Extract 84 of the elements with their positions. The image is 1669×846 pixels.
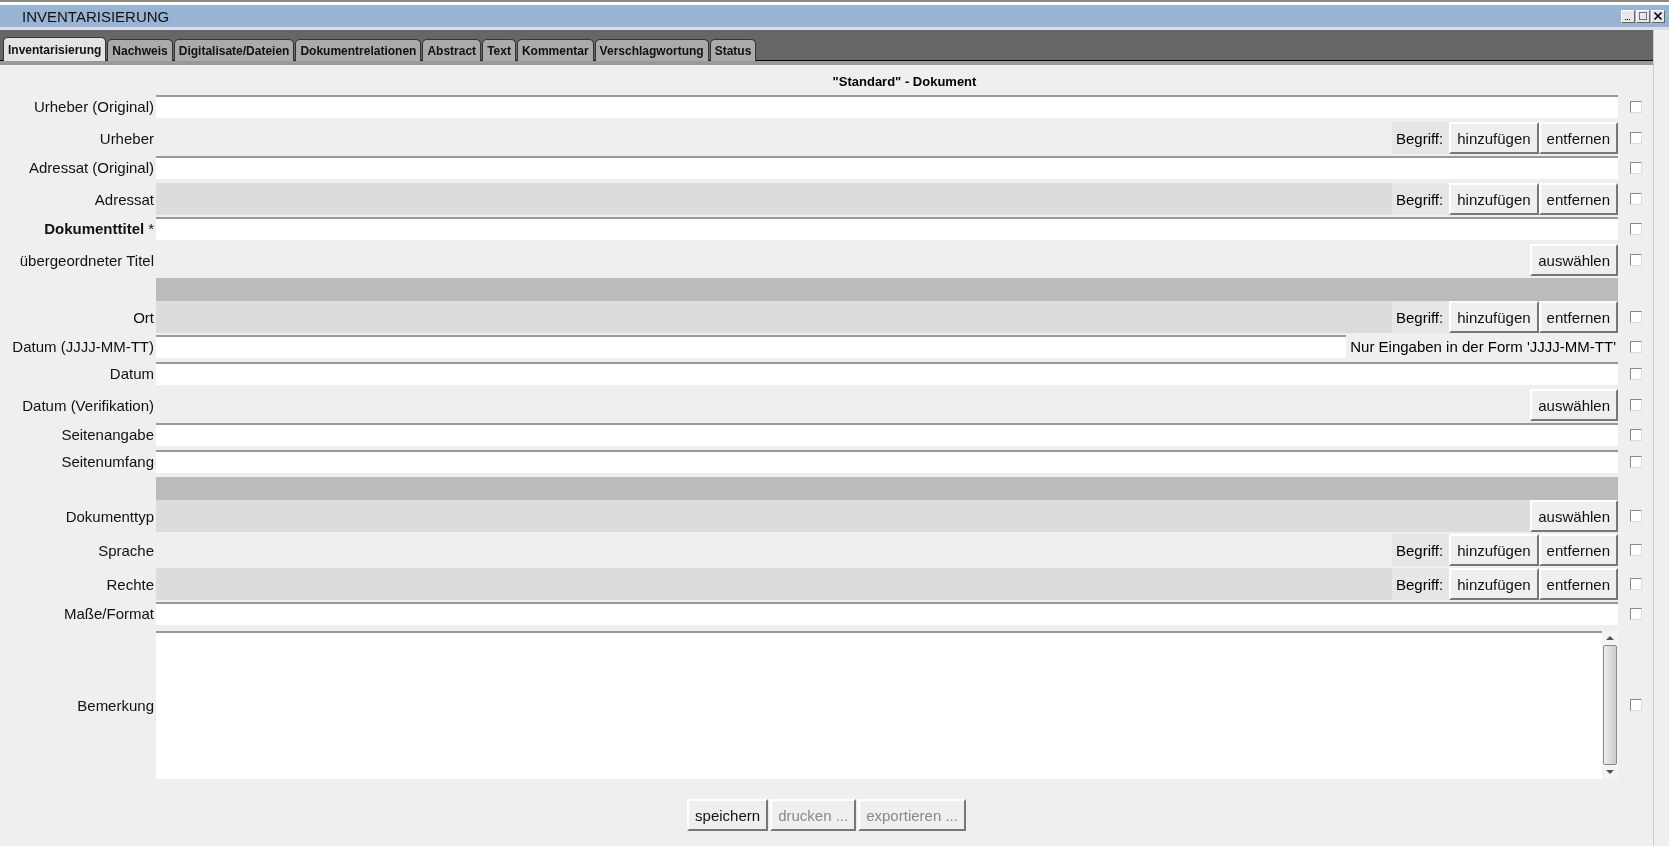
- checkbox[interactable]: [1629, 607, 1642, 620]
- field-label: Datum: [109, 365, 154, 382]
- field-label: Dokumenttitel: [44, 220, 145, 237]
- term-label: Begriff:: [1391, 183, 1450, 215]
- minimize-icon: [1625, 18, 1631, 20]
- remove-button[interactable]: entfernen: [1538, 301, 1618, 333]
- input-field[interactable]: [156, 95, 1618, 118]
- input-field[interactable]: [156, 217, 1618, 240]
- field-label: Datum (JJJJ-MM-TT): [12, 338, 154, 355]
- action-button[interactable]: speichern: [687, 799, 769, 831]
- scroll-down-icon[interactable]: [1606, 769, 1614, 775]
- checkbox[interactable]: [1629, 311, 1642, 323]
- checkbox[interactable]: [1629, 544, 1642, 556]
- field-label: Seitenumfang: [61, 453, 154, 470]
- add-button[interactable]: hinzufügen: [1449, 301, 1539, 333]
- field-label: Urheber (Original): [33, 98, 154, 115]
- add-button[interactable]: hinzufügen: [1449, 534, 1539, 566]
- term-label: Begriff:: [1391, 534, 1450, 566]
- remove-button[interactable]: entfernen: [1538, 568, 1618, 600]
- checkbox[interactable]: [1629, 222, 1642, 235]
- field-label: Ort: [133, 308, 154, 326]
- tab[interactable]: Inventarisierung: [3, 37, 107, 61]
- field-label: Urheber: [99, 129, 154, 147]
- tab[interactable]: Nachweis: [107, 39, 173, 61]
- field-label: übergeordneter Titel: [19, 251, 154, 269]
- select-button[interactable]: auswählen: [1530, 389, 1618, 421]
- add-button[interactable]: hinzufügen: [1449, 122, 1539, 154]
- add-button[interactable]: hinzufügen: [1449, 183, 1539, 215]
- field-label: Datum (Verifikation): [22, 396, 154, 414]
- checkbox[interactable]: [1629, 100, 1642, 113]
- field-label: Sprache: [98, 541, 154, 559]
- select-button[interactable]: auswählen: [1530, 244, 1618, 276]
- term-label: Begriff:: [1391, 301, 1450, 333]
- close-button[interactable]: [1651, 9, 1665, 23]
- checkbox[interactable]: [1629, 193, 1642, 205]
- required-mark: *: [148, 220, 154, 237]
- tab[interactable]: Abstract: [422, 39, 482, 61]
- tab[interactable]: Digitalisate/Dateien: [173, 39, 295, 61]
- scroll-up-icon[interactable]: [1606, 635, 1614, 641]
- remove-button[interactable]: entfernen: [1538, 534, 1618, 566]
- term-label: Begriff:: [1391, 122, 1450, 154]
- remove-button[interactable]: entfernen: [1538, 183, 1618, 215]
- checkbox[interactable]: [1629, 399, 1642, 411]
- maximize-icon: [1638, 11, 1648, 21]
- input-field[interactable]: [156, 602, 1618, 625]
- add-button[interactable]: hinzufügen: [1449, 568, 1539, 600]
- field-label: Bemerkung: [77, 696, 154, 714]
- tab[interactable]: Status: [709, 39, 757, 61]
- select-button[interactable]: auswählen: [1530, 500, 1618, 532]
- form-heading: "Standard" - Dokument: [831, 73, 978, 91]
- field-label: Dokumenttyp: [65, 507, 154, 525]
- input-field[interactable]: [156, 423, 1618, 446]
- input-field[interactable]: [156, 156, 1618, 179]
- checkbox[interactable]: [1629, 699, 1642, 711]
- tab[interactable]: Text: [482, 39, 516, 61]
- checkbox[interactable]: [1629, 254, 1642, 266]
- field-label: Maße/Format: [64, 605, 154, 622]
- input-field[interactable]: [156, 450, 1618, 473]
- checkbox[interactable]: [1629, 578, 1642, 590]
- checkbox[interactable]: [1629, 428, 1642, 441]
- tab[interactable]: Verschlagwortung: [594, 39, 709, 61]
- scrollbar-thumb[interactable]: [1603, 645, 1617, 765]
- input-field[interactable]: [156, 362, 1618, 385]
- maximize-button[interactable]: [1636, 9, 1650, 23]
- checkbox[interactable]: [1629, 132, 1642, 144]
- field-label: Adressat: [94, 190, 154, 208]
- term-label: Begriff:: [1391, 568, 1450, 600]
- tab[interactable]: Dokumentrelationen: [295, 39, 422, 61]
- date-field[interactable]: [156, 335, 1347, 358]
- format-hint: Nur Eingaben in der Form 'JJJJ-MM-TT': [1349, 337, 1617, 357]
- checkbox[interactable]: [1629, 340, 1642, 353]
- window-title: INVENTARISIERUNG: [22, 7, 170, 25]
- scrollbar[interactable]: [1602, 631, 1618, 779]
- minimize-button[interactable]: [1621, 9, 1635, 23]
- field-label: Adressat (Original): [28, 159, 154, 176]
- field-label: Rechte: [106, 575, 154, 593]
- tab[interactable]: Kommentar: [516, 39, 594, 61]
- checkbox[interactable]: [1629, 367, 1642, 380]
- field-label: Seitenangabe: [61, 426, 154, 443]
- close-icon: [1653, 11, 1663, 21]
- checkbox[interactable]: [1629, 455, 1642, 468]
- remove-button[interactable]: entfernen: [1538, 122, 1618, 154]
- checkbox[interactable]: [1629, 510, 1642, 522]
- checkbox[interactable]: [1629, 161, 1642, 174]
